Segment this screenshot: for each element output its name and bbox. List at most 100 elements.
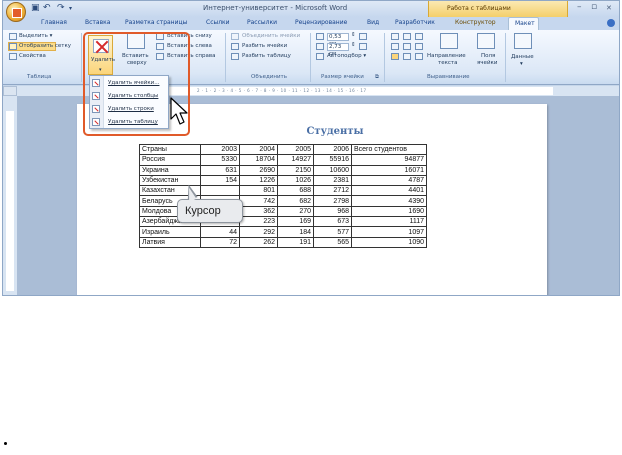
- select-button[interactable]: Выделить ▾: [19, 33, 52, 39]
- table-row[interactable]: Украина 631 2690 2150 10600 16071: [139, 164, 427, 176]
- table-cell[interactable]: 184: [277, 226, 314, 238]
- table-cell[interactable]: 801: [239, 185, 278, 197]
- tab-review[interactable]: Рецензирование: [295, 19, 347, 26]
- table-cell[interactable]: 5330: [200, 154, 240, 166]
- row-height-input[interactable]: 0,53 см: [327, 33, 349, 47]
- table-row[interactable]: Израиль 44 292 184 577 1097: [139, 226, 427, 238]
- table-cell[interactable]: 55916: [313, 154, 352, 166]
- dialog-launcher-icon[interactable]: ⧉: [375, 74, 379, 81]
- table-cell[interactable]: 94877: [351, 154, 427, 166]
- table-cell[interactable]: 362: [239, 205, 278, 218]
- table-cell[interactable]: 292: [239, 226, 278, 238]
- align-bottom-left-icon[interactable]: [391, 53, 399, 60]
- minimize-icon[interactable]: –: [577, 2, 582, 12]
- data-button[interactable]: Данные: [511, 54, 534, 60]
- undo-icon[interactable]: ↶: [43, 3, 51, 13]
- distribute-rows-icon[interactable]: [359, 33, 367, 40]
- table-cell[interactable]: Израиль: [139, 226, 201, 238]
- restore-icon[interactable]: ▫: [591, 2, 597, 12]
- align-middle-right-icon[interactable]: [415, 43, 423, 50]
- table-cell[interactable]: 1690: [351, 205, 427, 218]
- table-cell[interactable]: Россия: [139, 154, 201, 166]
- width-spinner-icon[interactable]: ⇕: [351, 42, 356, 48]
- table-cell[interactable]: 223: [239, 216, 278, 228]
- table-cell[interactable]: 2690: [239, 164, 278, 176]
- table-header-cell[interactable]: 2004: [239, 143, 278, 156]
- table-cell[interactable]: 14927: [277, 154, 314, 166]
- table-cell[interactable]: [200, 185, 240, 197]
- table-cell[interactable]: 577: [313, 226, 352, 238]
- table-header-row[interactable]: Страны 2003 2004 2005 2006 Всего студентов: [139, 143, 427, 156]
- table-cell[interactable]: 2798: [313, 195, 352, 207]
- align-top-left-icon[interactable]: [391, 33, 399, 40]
- tab-selector-icon[interactable]: [3, 86, 17, 96]
- table-cell[interactable]: 2150: [277, 164, 314, 176]
- split-table-button[interactable]: Разбить таблицу: [242, 53, 291, 59]
- merge-cells-button[interactable]: Объединить ячейки: [242, 33, 300, 39]
- table-cell[interactable]: 191: [277, 236, 314, 248]
- table-cell[interactable]: 262: [239, 236, 278, 248]
- tab-page-layout[interactable]: Разметка страницы: [125, 19, 187, 26]
- table-cell[interactable]: 1026: [277, 174, 314, 187]
- table-cell[interactable]: 4401: [351, 185, 427, 197]
- table-cell[interactable]: 44: [200, 226, 240, 238]
- table-cell[interactable]: Украина: [139, 164, 201, 176]
- table-header-cell[interactable]: Всего студентов: [351, 143, 427, 156]
- table-cell[interactable]: 10600: [313, 164, 352, 176]
- tab-developer[interactable]: Разработчик: [395, 19, 435, 26]
- table-cell[interactable]: 169: [277, 216, 314, 228]
- table-row[interactable]: Латвия 72 262 191 565 1090: [139, 236, 427, 248]
- align-top-center-icon[interactable]: [403, 33, 411, 40]
- table-cell[interactable]: 742: [239, 195, 278, 207]
- table-cell[interactable]: 2712: [313, 185, 352, 197]
- height-spinner-icon[interactable]: ⇕: [351, 32, 356, 38]
- tab-layout[interactable]: Макет: [508, 17, 539, 30]
- align-top-right-icon[interactable]: [415, 33, 423, 40]
- gridlines-button[interactable]: Отобразить сетку: [19, 43, 71, 49]
- align-middle-left-icon[interactable]: [391, 43, 399, 50]
- quick-access-menu-icon[interactable]: ▾: [69, 5, 72, 12]
- column-width-input[interactable]: 2,73 см: [327, 43, 349, 57]
- table-cell[interactable]: 4390: [351, 195, 427, 207]
- align-middle-center-icon[interactable]: [403, 43, 411, 50]
- table-cell[interactable]: 1097: [351, 226, 427, 238]
- tab-design[interactable]: Конструктор: [455, 19, 496, 26]
- distribute-columns-icon[interactable]: [359, 43, 367, 50]
- tab-mailings[interactable]: Рассылки: [247, 19, 277, 26]
- properties-button[interactable]: Свойства: [19, 53, 46, 59]
- tab-insert[interactable]: Вставка: [85, 19, 110, 26]
- save-icon[interactable]: ▣: [31, 3, 40, 13]
- tab-home[interactable]: Главная: [41, 19, 67, 26]
- students-table[interactable]: Страны 2003 2004 2005 2006 Всего студентов Рос…: [139, 143, 427, 248]
- redo-icon[interactable]: ↷: [57, 3, 65, 13]
- table-row[interactable]: Узбекистан 154 1226 1026 2381 4787: [139, 174, 427, 187]
- table-cell[interactable]: 154: [200, 174, 240, 187]
- split-cells-button[interactable]: Разбить ячейки: [242, 43, 287, 49]
- align-bottom-right-icon[interactable]: [415, 53, 423, 60]
- table-cell[interactable]: 1090: [351, 236, 427, 248]
- table-cell[interactable]: 270: [277, 205, 314, 218]
- table-cell[interactable]: 2381: [313, 174, 352, 187]
- table-cell[interactable]: 565: [313, 236, 352, 248]
- table-cell[interactable]: 688: [277, 185, 314, 197]
- table-cell[interactable]: 631: [200, 164, 240, 176]
- close-icon[interactable]: ✕: [606, 4, 612, 12]
- vertical-ruler[interactable]: [3, 96, 17, 295]
- table-cell[interactable]: 968: [313, 205, 352, 218]
- table-cell[interactable]: 1226: [239, 174, 278, 187]
- table-cell[interactable]: 18704: [239, 154, 278, 166]
- tab-view[interactable]: Вид: [367, 19, 379, 26]
- table-row[interactable]: Россия 5330 18704 14927 55916 94877: [139, 154, 427, 166]
- cell-margins-button[interactable]: Поля: [481, 53, 495, 59]
- table-cell[interactable]: 1117: [351, 216, 427, 228]
- table-cell[interactable]: 682: [277, 195, 314, 207]
- table-header-cell[interactable]: Страны: [139, 143, 201, 156]
- table-header-cell[interactable]: 2003: [200, 143, 240, 156]
- table-cell[interactable]: 4787: [351, 174, 427, 187]
- table-header-cell[interactable]: 2006: [313, 143, 352, 156]
- text-direction-button[interactable]: Направление: [427, 53, 466, 59]
- autofit-button[interactable]: Автоподбор ▾: [327, 53, 366, 59]
- align-bottom-center-icon[interactable]: [403, 53, 411, 60]
- table-header-cell[interactable]: 2005: [277, 143, 314, 156]
- help-icon[interactable]: [607, 19, 615, 27]
